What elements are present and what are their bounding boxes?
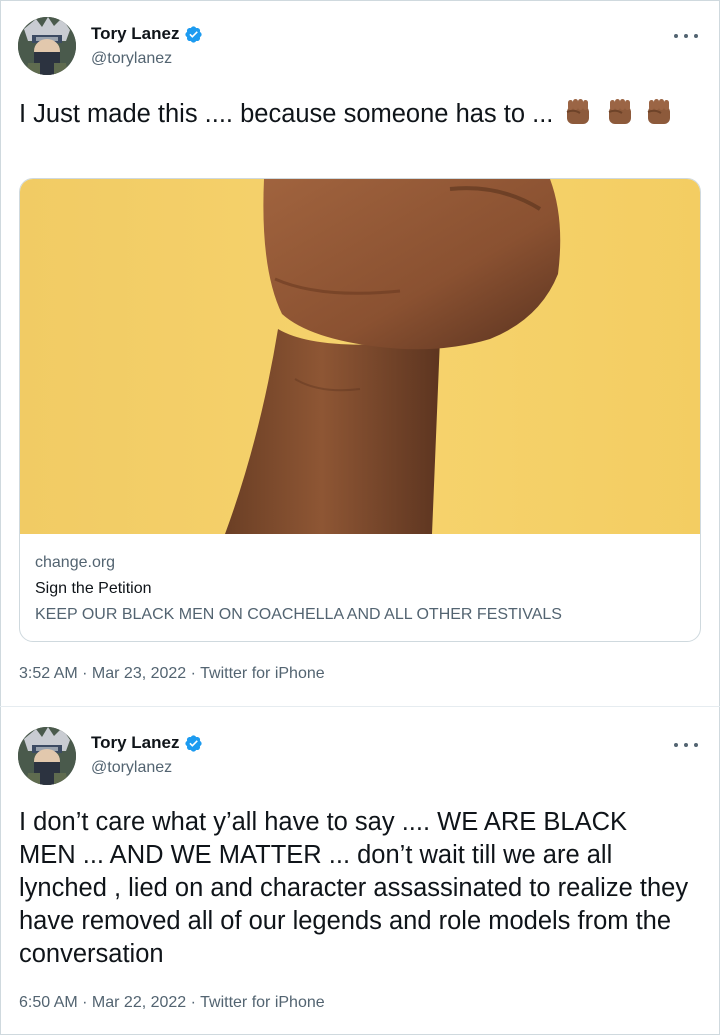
tweet-timestamp[interactable]: 3:52 AM · Mar 23, 2022 · Twitter for iPh… [19, 665, 325, 683]
author-handle[interactable]: @torylanez [91, 50, 172, 68]
tweet-text: I don’t care what y’all have to say ....… [19, 808, 689, 968]
more-options-icon[interactable] [674, 30, 698, 42]
author-name[interactable]: Tory Lanez [91, 24, 179, 44]
tweet[interactable]: Tory Lanez @torylanez I Just made this .… [0, 0, 720, 707]
more-options-icon[interactable] [674, 739, 698, 751]
raised-fist-emoji-icon [567, 99, 590, 124]
avatar[interactable] [18, 17, 76, 75]
tweet[interactable]: Tory Lanez @torylanez I don’t care what … [0, 707, 720, 1035]
author-row: Tory Lanez [91, 733, 203, 753]
card-image-raised-fist[interactable] [20, 179, 700, 534]
link-card[interactable]: change.org Sign the Petition KEEP OUR BL… [19, 178, 701, 642]
author-row: Tory Lanez [91, 24, 203, 44]
card-domain: change.org [35, 554, 116, 571]
card-description: KEEP OUR BLACK MEN ON COACHELLA AND ALL … [35, 606, 562, 623]
author-handle[interactable]: @torylanez [91, 759, 172, 777]
tweet-text: I Just made this .... because someone ha… [19, 96, 689, 131]
tweet-text-body: I Just made this .... because someone ha… [19, 100, 554, 128]
verified-badge-icon [185, 25, 203, 43]
verified-badge-icon [185, 734, 203, 752]
raised-fist-emoji-icon [647, 99, 670, 124]
raised-fist-emoji-icon [608, 99, 631, 124]
tweet-timestamp[interactable]: 6:50 AM · Mar 22, 2022 · Twitter for iPh… [19, 994, 325, 1012]
author-name[interactable]: Tory Lanez [91, 733, 179, 753]
card-title: Sign the Petition [35, 580, 152, 597]
avatar[interactable] [18, 727, 76, 785]
